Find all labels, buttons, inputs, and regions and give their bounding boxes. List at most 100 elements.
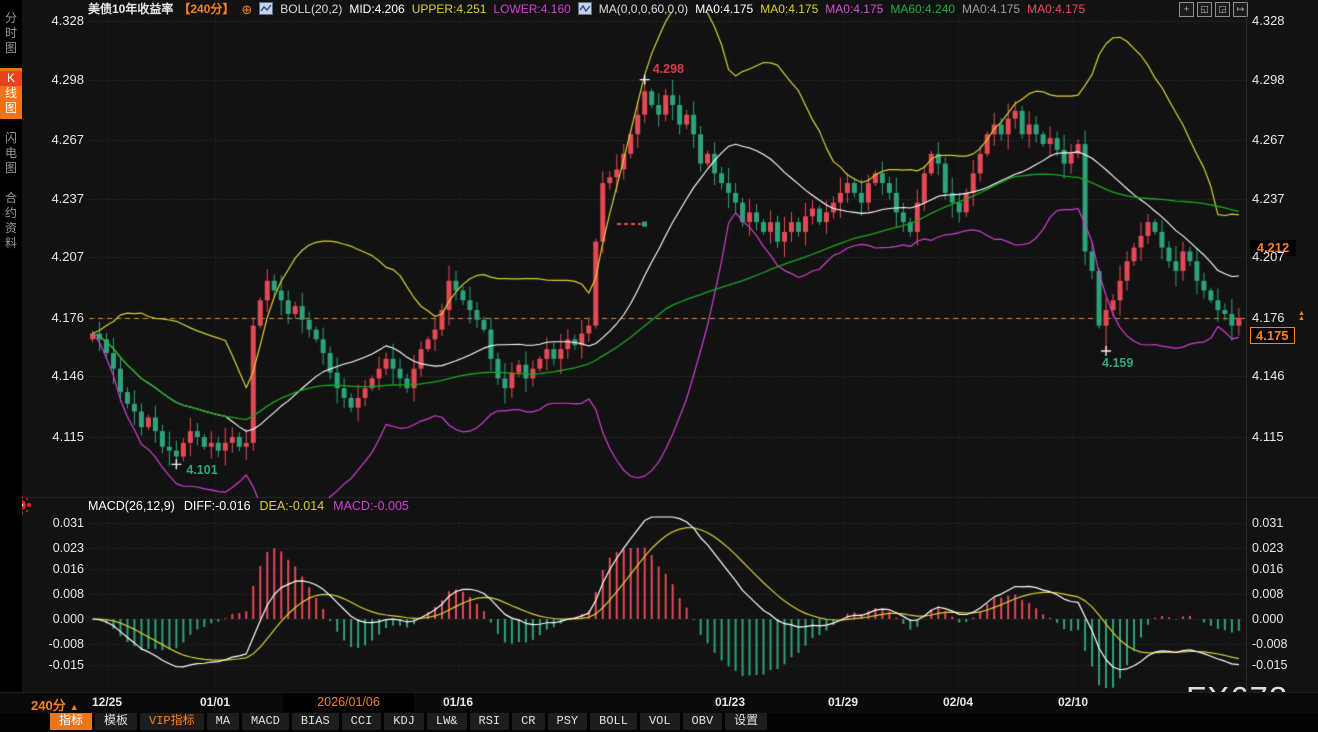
sidebar: 分时图K线图闪电图合约资料 [0,0,22,700]
toolbar-button-VIP指标[interactable]: VIP指标 [140,713,204,730]
macd-tick-left: 0.000 [30,611,84,627]
tab-char: 电 [0,146,22,161]
tab-char: 合 [0,191,22,206]
last-price-label: 4.175 [1250,327,1295,344]
macd-tick-left: -0.015 [30,657,84,673]
date-tick: 01/29 [813,695,873,709]
macd-tick-right: -0.008 [1252,636,1312,652]
price-tick-left: 4.298 [30,72,84,88]
date-tick: 02/10 [1043,695,1103,709]
toolbar-button-OBV[interactable]: OBV [683,713,723,730]
boll-lower-value: LOWER:4.160 [493,2,570,16]
tab-char: 图 [0,101,22,116]
price-tick-left: 4.328 [30,13,84,29]
price-tick-right: 4.176 [1252,310,1312,326]
tab-char: 时 [0,26,22,41]
sidebar-tab-1[interactable]: 分时图 [0,8,22,59]
macd-tick-left: 0.031 [30,515,84,531]
macd-tick-left: -0.008 [30,636,84,652]
crosshair-date-label: 2026/01/06 16:00~20:00 二 [283,693,414,712]
ma-label: MA(0,0,0,60,0,0) [599,2,688,16]
price-tick-right: 4.267 [1252,132,1312,148]
chart-tool-icons: +◱◲↦ [1179,2,1248,17]
toolbar-button-LW&[interactable]: LW& [427,713,467,730]
boll-upper-value: UPPER:4.251 [412,2,487,16]
extreme-price-annotation: 4.298 [653,62,684,76]
price-tick-right: 4.298 [1252,72,1312,88]
indicator-toolbar: 指标模板VIP指标MAMACDBIASCCIKDJLW&RSICRPSYBOLL… [0,713,1318,732]
sidebar-tab-3[interactable]: 闪电图 [0,128,22,179]
boll-label: BOLL(20,2) [280,2,342,16]
ma-value-2: MA0:4.175 [760,2,818,16]
date-tick: 02/04 [928,695,988,709]
price-tick-right: 4.146 [1252,368,1312,384]
pan-icon[interactable]: + [1179,2,1194,17]
tab-char: 资 [0,221,22,236]
macd-tick-left: 0.023 [30,540,84,556]
macd-tick-left: 0.016 [30,561,84,577]
price-tick-right: 4.237 [1252,191,1312,207]
macd-macd-value: MACD:-0.005 [333,499,409,513]
period-selector[interactable]: 240分▲ [31,695,79,714]
price-tick-left: 4.267 [30,132,84,148]
tab-char: 料 [0,236,22,251]
tab-char: 线 [0,86,22,101]
tab-char: 约 [0,206,22,221]
price-tick-right: 4.328 [1252,13,1312,29]
boll-mid-value: MID:4.206 [349,2,404,16]
sidebar-tab-2[interactable]: K线图 [0,68,22,119]
toolbar-button-MACD[interactable]: MACD [242,713,289,730]
price-tick-left: 4.146 [30,368,84,384]
price-tick-left: 4.115 [30,429,84,445]
toolbar-button-设置[interactable]: 设置 [725,713,767,730]
ma-value-4: MA60:4.240 [890,2,955,16]
toolbar-button-模板[interactable]: 模板 [95,713,137,730]
macd-tick-left: 0.008 [30,586,84,602]
tab-char: 图 [0,41,22,56]
date-tick: 12/25 [77,695,137,709]
price-tick-right: 4.115 [1252,429,1312,445]
chart-app: 分时图K线图闪电图合约资料 美债10年收益率【240分】⊕BOLL(20,2)M… [0,0,1318,732]
tab-char: K [0,71,22,86]
ma-values: MA0:4.175 MA0:4.175 MA0:4.175 MA60:4.240 MA0… [695,2,1092,16]
ma-value-6: MA0:4.175 [1027,2,1085,16]
price-tick-left: 4.207 [30,249,84,265]
toolbar-button-KDJ[interactable]: KDJ [384,713,424,730]
toolbar-button-BOLL[interactable]: BOLL [590,713,637,730]
date-tick: 01/16 [428,695,488,709]
macd-tick-right: 0.000 [1252,611,1312,627]
toolbar-button-VOL[interactable]: VOL [640,713,680,730]
toolbar-button-PSY[interactable]: PSY [548,713,588,730]
ma-value-1: MA0:4.175 [695,2,753,16]
date-tick: 01/01 [185,695,245,709]
toolbar-button-BIAS[interactable]: BIAS [292,713,339,730]
tab-char: 图 [0,161,22,176]
macd-tick-right: 0.016 [1252,561,1312,577]
toolbar-button-MA[interactable]: MA [207,713,239,730]
macd-tick-right: 0.023 [1252,540,1312,556]
macd-params-label: MACD(26,12,9) [88,499,175,513]
period-badge: 【240分】 [178,2,234,16]
toolbar-button-指标[interactable]: 指标 [50,713,92,730]
zoom-out-icon[interactable]: ◲ [1215,2,1230,17]
toolbar-button-RSI[interactable]: RSI [470,713,510,730]
price-tick-right: 4.207 [1252,249,1312,265]
extreme-price-annotation: 4.159 [1102,356,1133,370]
toolbar-button-CCI[interactable]: CCI [342,713,382,730]
macd-tick-right: -0.015 [1252,657,1312,673]
symbol-title: 美债10年收益率 [88,2,173,16]
ma-value-3: MA0:4.175 [825,2,883,16]
macd-legend: MACD(26,12,9)DIFF:-0.016DEA:-0.014MACD:-… [88,499,418,513]
date-tick: 01/23 [700,695,760,709]
ma-indicator-icon[interactable] [578,2,592,15]
zoom-in-icon[interactable]: ◱ [1197,2,1212,17]
macd-tick-right: 0.008 [1252,586,1312,602]
boll-indicator-icon[interactable] [259,2,273,15]
macd-diff-value: DIFF:-0.016 [184,499,251,513]
tab-char: 闪 [0,131,22,146]
macd-tick-right: 0.031 [1252,515,1312,531]
tab-char: 分 [0,11,22,26]
add-indicator-icon[interactable]: ⊕ [241,2,252,17]
toolbar-button-CR[interactable]: CR [512,713,544,730]
sidebar-tab-4[interactable]: 合约资料 [0,188,22,254]
